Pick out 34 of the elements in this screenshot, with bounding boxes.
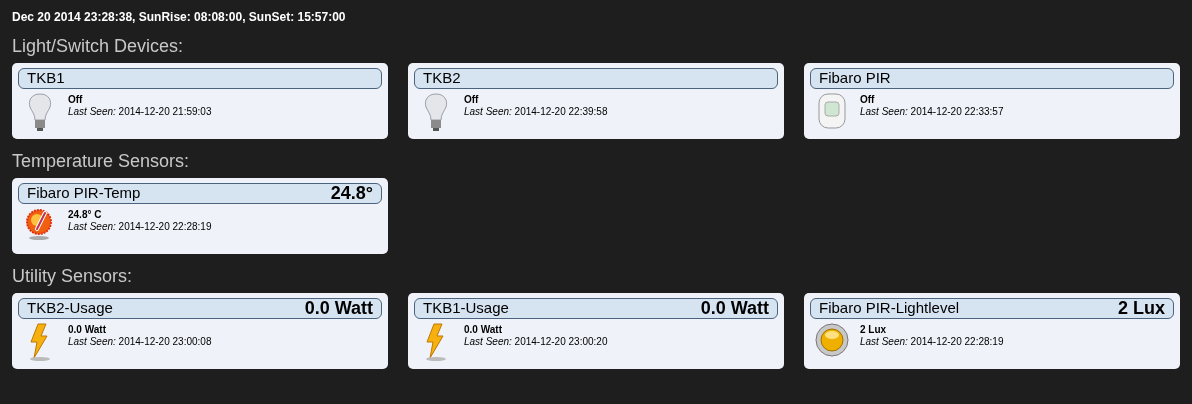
device-name: Fibaro PIR-Lightlevel bbox=[819, 298, 960, 319]
device-status: Off bbox=[464, 94, 480, 106]
status-line: Dec 20 2014 23:28:38, SunRise: 08:08:00, SunSet: 15:57:00 bbox=[12, 10, 347, 24]
device-value: 0.0 Watt bbox=[304, 297, 373, 320]
last-seen-text: Last Seen: 2014-12-20 23:00:08 bbox=[68, 336, 212, 348]
device-status: Off bbox=[860, 94, 876, 106]
indicator-lamp-icon bbox=[814, 322, 850, 358]
section-heading: Temperature Sensors: bbox=[12, 151, 190, 171]
last-seen-text: Last Seen: 2014-12-20 22:33:57 bbox=[860, 106, 1004, 118]
last-seen-text: Last Seen: 2014-12-20 22:28:19 bbox=[860, 336, 1004, 348]
device-name: TKB2-Usage bbox=[27, 298, 113, 319]
light-bulb-icon bbox=[27, 92, 53, 132]
device-name: TKB1 bbox=[27, 68, 65, 89]
light-bulb-icon bbox=[423, 92, 449, 132]
last-seen-text: Last Seen: 2014-12-20 22:28:19 bbox=[68, 221, 212, 233]
device-value: 24.8° bbox=[330, 182, 373, 205]
section-heading: Utility Sensors: bbox=[12, 266, 133, 286]
device-name: TKB2 bbox=[423, 68, 461, 89]
last-seen-text: Last Seen: 2014-12-20 23:00:20 bbox=[464, 336, 608, 348]
device-name: TKB1-Usage bbox=[423, 298, 509, 319]
section-heading: Light/Switch Devices: bbox=[12, 36, 184, 56]
device-status: 24.8° C bbox=[68, 209, 103, 221]
device-value: 0.0 Watt bbox=[700, 297, 769, 320]
device-name: Fibaro PIR-Temp bbox=[27, 183, 141, 204]
device-name: Fibaro PIR bbox=[819, 68, 891, 89]
device-status: Off bbox=[68, 94, 84, 106]
last-seen-text: Last Seen: 2014-12-20 21:59:03 bbox=[68, 106, 212, 118]
device-status: 2 Lux bbox=[860, 324, 888, 336]
motion-sensor-icon bbox=[817, 92, 847, 130]
thermometer-sun-icon bbox=[25, 207, 55, 241]
device-status: 0.0 Watt bbox=[464, 324, 503, 336]
last-seen-text: Last Seen: 2014-12-20 22:39:58 bbox=[464, 106, 608, 118]
device-value: 2 Lux bbox=[1118, 297, 1165, 320]
device-status: 0.0 Watt bbox=[68, 324, 107, 336]
